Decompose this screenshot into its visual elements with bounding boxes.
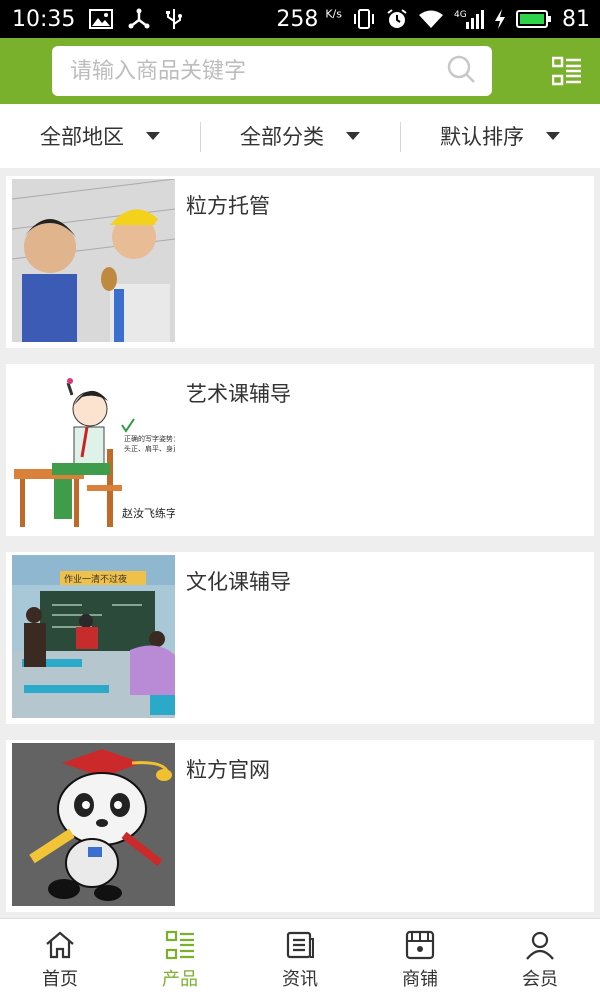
nav-label: 商铺: [402, 969, 438, 990]
product-title: 文化课辅导: [186, 570, 291, 594]
nav-member[interactable]: 会员: [480, 919, 600, 1001]
product-card[interactable]: 粒方官网: [6, 740, 594, 912]
svg-text:4G: 4G: [454, 10, 467, 20]
nav-products[interactable]: 产品: [120, 919, 240, 1001]
user-icon: [526, 931, 554, 960]
home-icon: [46, 931, 74, 959]
product-title: 粒方官网: [186, 758, 270, 782]
grid-list-icon: [165, 930, 194, 960]
status-bar: 10:35 258 K/s 4G 81: [0, 0, 600, 38]
search-box[interactable]: [52, 46, 492, 96]
filter-sort[interactable]: 默认排序: [400, 104, 600, 168]
image-icon: [89, 9, 114, 29]
status-time: 10:35: [12, 6, 76, 32]
grid-list-icon[interactable]: [551, 56, 582, 86]
filter-bar: 全部地区 全部分类 默认排序: [0, 104, 600, 168]
wifi-icon: [418, 9, 444, 29]
product-card[interactable]: 作业一清不过夜 文化课辅导: [6, 552, 594, 724]
nav-label: 产品: [162, 969, 198, 990]
svg-text:赵汝飞练字: 赵汝飞练字: [122, 506, 175, 520]
signal-icon: 4G: [454, 8, 484, 30]
alarm-icon: [386, 8, 408, 30]
nav-label: 会员: [522, 969, 558, 990]
shop-icon: [405, 930, 435, 960]
nav-home[interactable]: 首页: [0, 919, 120, 1001]
caret-down-icon: [146, 132, 160, 140]
product-title: 艺术课辅导: [186, 382, 291, 406]
nav-shops[interactable]: 商铺: [360, 919, 480, 1001]
svg-text:作业一清不过夜: 作业一清不过夜: [64, 573, 127, 585]
svg-text:头正、肩平、身直、足安: 头正、肩平、身直、足安: [124, 444, 175, 453]
nav-label: 首页: [42, 969, 78, 990]
charging-icon: [494, 8, 506, 30]
filter-category-label: 全部分类: [240, 125, 324, 149]
net-speed: 258 K/s: [276, 6, 342, 32]
news-icon: [286, 931, 314, 959]
header-bar: [0, 38, 600, 104]
filter-category[interactable]: 全部分类: [200, 104, 400, 168]
vibrate-icon: [352, 8, 376, 30]
caret-down-icon: [546, 132, 560, 140]
caret-down-icon: [346, 132, 360, 140]
product-thumbnail: 正确的写字姿势： 头正、肩平、身直、足安 赵汝飞练字: [12, 367, 175, 530]
svg-text:正确的写字姿势：: 正确的写字姿势：: [124, 434, 175, 443]
usb-icon: [165, 7, 183, 31]
battery-level: 81: [562, 6, 590, 32]
filter-region-label: 全部地区: [40, 125, 124, 149]
product-card[interactable]: 正确的写字姿势： 头正、肩平、身直、足安 赵汝飞练字 艺术课辅导: [6, 364, 594, 536]
usb-share-icon: [127, 8, 151, 30]
product-thumbnail: 作业一清不过夜: [12, 555, 175, 718]
product-thumbnail: [12, 179, 175, 342]
product-card[interactable]: 粒方托管: [6, 176, 594, 348]
nav-label: 资讯: [282, 969, 318, 990]
nav-news[interactable]: 资讯: [240, 919, 360, 1001]
search-input[interactable]: [68, 57, 446, 85]
filter-sort-label: 默认排序: [440, 125, 524, 149]
filter-region[interactable]: 全部地区: [0, 104, 200, 168]
battery-icon: [516, 9, 552, 29]
product-title: 粒方托管: [186, 194, 270, 218]
product-thumbnail: [12, 743, 175, 906]
bottom-nav: 首页 产品 资讯 商铺 会员: [0, 918, 600, 1001]
search-icon[interactable]: [446, 54, 476, 88]
